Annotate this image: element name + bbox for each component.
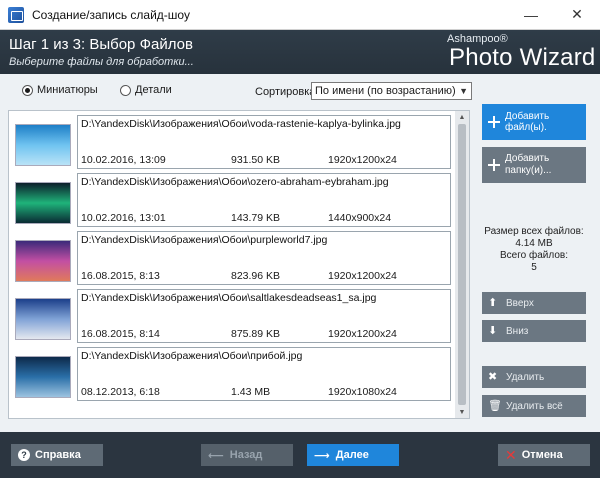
help-label: Справка — [35, 449, 81, 461]
file-item[interactable]: D:\YandexDisk\Изображения\Обои\voda-rast… — [9, 115, 457, 173]
thumbnail-image — [15, 240, 71, 282]
file-size: 875.89 KB — [231, 328, 281, 340]
file-list[interactable]: D:\YandexDisk\Изображения\Обои\voda-rast… — [8, 110, 470, 419]
next-label: Далее — [335, 449, 369, 461]
add-files-button[interactable]: Добавить файл(ы). — [482, 104, 586, 140]
add-folder-line2: папку(и)... — [505, 165, 552, 176]
brand-product: Photo Wizard — [449, 44, 596, 71]
file-path: D:\YandexDisk\Изображения\Обои\purplewor… — [81, 234, 328, 246]
vertical-scrollbar[interactable]: ▲ ▼ — [455, 111, 469, 418]
close-icon: ✕ — [505, 446, 517, 463]
move-down-button[interactable]: ⬇ Вниз — [482, 320, 586, 342]
file-info[interactable]: D:\YandexDisk\Изображения\Обои\saltlakes… — [77, 289, 451, 343]
radio-thumbnails-label: Миниатюры — [37, 84, 98, 96]
chevron-down-icon[interactable]: ▼ — [459, 83, 468, 99]
arrow-down-icon: ⬇ — [488, 325, 498, 337]
plus-icon — [488, 159, 500, 171]
file-dimensions: 1920x1080x24 — [328, 386, 397, 398]
add-files-label: Добавить файл(ы). — [505, 111, 550, 133]
stats-panel: Размер всех файлов: 4.14 MB Всего файлов… — [482, 226, 586, 274]
file-path: D:\YandexDisk\Изображения\Обои\voda-rast… — [81, 118, 401, 130]
footer-bar: ? Справка ⟵ Назад ⟶ Далее ✕ Отмена — [0, 432, 600, 478]
app-icon — [8, 6, 24, 23]
file-path: D:\YandexDisk\Изображения\Обои\прибой.jp… — [81, 350, 303, 362]
thumbnail-image — [15, 182, 71, 224]
file-size: 823.96 KB — [231, 270, 281, 282]
file-date: 10.02.2016, 13:01 — [81, 212, 166, 224]
file-item[interactable]: D:\YandexDisk\Изображения\Обои\ozero-abr… — [9, 173, 457, 231]
file-info[interactable]: D:\YandexDisk\Изображения\Обои\ozero-abr… — [77, 173, 451, 227]
radio-thumbnails[interactable]: Миниатюры — [22, 84, 98, 96]
file-date: 16.08.2015, 8:14 — [81, 328, 160, 340]
next-button[interactable]: ⟶ Далее — [307, 444, 399, 466]
file-dimensions: 1440x900x24 — [328, 212, 392, 224]
file-info[interactable]: D:\YandexDisk\Изображения\Обои\purplewor… — [77, 231, 451, 285]
sort-label: Сортировка: — [255, 86, 319, 98]
file-item[interactable]: D:\YandexDisk\Изображения\Обои\purplewor… — [9, 231, 457, 289]
minimize-button[interactable]: — — [508, 0, 554, 30]
total-count-value: 5 — [531, 262, 537, 273]
radio-details-label: Детали — [135, 84, 172, 96]
help-button[interactable]: ? Справка — [11, 444, 103, 466]
file-size: 931.50 KB — [231, 154, 281, 166]
file-item[interactable]: D:\YandexDisk\Изображения\Обои\saltlakes… — [9, 289, 457, 347]
remove-all-button[interactable]: 🗑 Удалить всё — [482, 395, 586, 417]
trash-icon: 🗑 — [488, 400, 502, 412]
file-info[interactable]: D:\YandexDisk\Изображения\Обои\voda-rast… — [77, 115, 451, 169]
file-date: 16.08.2015, 8:13 — [81, 270, 160, 282]
arrow-left-icon: ⟵ — [208, 449, 224, 462]
delete-icon: ✖ — [488, 371, 498, 383]
close-button[interactable]: ✕ — [554, 0, 600, 30]
move-down-label: Вниз — [506, 325, 529, 337]
radio-dot[interactable] — [120, 84, 131, 96]
thumbnail-image — [15, 298, 71, 340]
scroll-thumb[interactable] — [458, 124, 466, 405]
file-size: 1.43 MB — [231, 386, 271, 398]
total-count-label: Всего файлов: — [500, 250, 568, 261]
move-up-button[interactable]: ⬆ Вверх — [482, 292, 586, 314]
arrow-up-icon: ⬆ — [488, 297, 498, 309]
total-size-label: Размер всех файлов: — [484, 226, 584, 237]
file-date: 10.02.2016, 13:09 — [81, 154, 166, 166]
back-label: Назад — [229, 449, 263, 461]
radio-details[interactable]: Детали — [120, 84, 172, 96]
remove-label: Удалить — [506, 371, 545, 383]
step-title: Шаг 1 из 3: Выбор Файлов — [9, 36, 193, 53]
sort-value: По имени (по возрастанию) — [315, 85, 456, 97]
sort-dropdown[interactable]: По имени (по возрастанию) ▼ — [311, 82, 472, 100]
total-size-value: 4.14 MB — [515, 238, 553, 249]
add-folder-button[interactable]: Добавить папку(и)... — [482, 147, 586, 183]
thumbnail-image — [15, 124, 71, 166]
plus-icon — [488, 116, 500, 128]
help-icon: ? — [18, 449, 30, 461]
file-path: D:\YandexDisk\Изображения\Обои\saltlakes… — [81, 292, 377, 304]
add-folder-label: Добавить папку(и)... — [505, 153, 551, 177]
wizard-header: Шаг 1 из 3: Выбор Файлов Выберите файлы … — [0, 30, 600, 74]
back-button[interactable]: ⟵ Назад — [201, 444, 293, 466]
file-dimensions: 1920x1200x24 — [328, 154, 397, 166]
scroll-up-icon[interactable]: ▲ — [455, 111, 469, 123]
file-date: 08.12.2013, 6:18 — [81, 386, 160, 398]
move-up-label: Вверх — [506, 297, 534, 309]
remove-all-label: Удалить всё — [506, 400, 563, 412]
radio-dot-selected[interactable] — [22, 84, 33, 96]
step-subtitle: Выберите файлы для обработки... — [9, 56, 194, 68]
file-dimensions: 1920x1200x24 — [328, 270, 397, 282]
remove-button[interactable]: ✖ Удалить — [482, 366, 586, 388]
file-info[interactable]: D:\YandexDisk\Изображения\Обои\прибой.jp… — [77, 347, 451, 401]
scroll-down-icon[interactable]: ▼ — [455, 406, 469, 418]
cancel-label: Отмена — [521, 449, 563, 461]
file-path: D:\YandexDisk\Изображения\Обои\ozero-abr… — [81, 176, 389, 188]
view-options: Миниатюры Детали Сортировка: По имени (п… — [0, 82, 480, 100]
file-dimensions: 1920x1200x24 — [328, 328, 397, 340]
window-title: Создание/запись слайд-шоу — [32, 7, 190, 22]
main-panel: Миниатюры Детали Сортировка: По имени (п… — [0, 74, 600, 432]
cancel-button[interactable]: ✕ Отмена — [498, 444, 590, 466]
title-bar: Создание/запись слайд-шоу — ✕ — [0, 0, 600, 30]
file-item[interactable]: D:\YandexDisk\Изображения\Обои\прибой.jp… — [9, 347, 457, 405]
file-size: 143.79 KB — [231, 212, 281, 224]
thumbnail-image — [15, 356, 71, 398]
add-folder-line1: Добавить — [505, 153, 550, 164]
arrow-right-icon: ⟶ — [314, 449, 330, 462]
